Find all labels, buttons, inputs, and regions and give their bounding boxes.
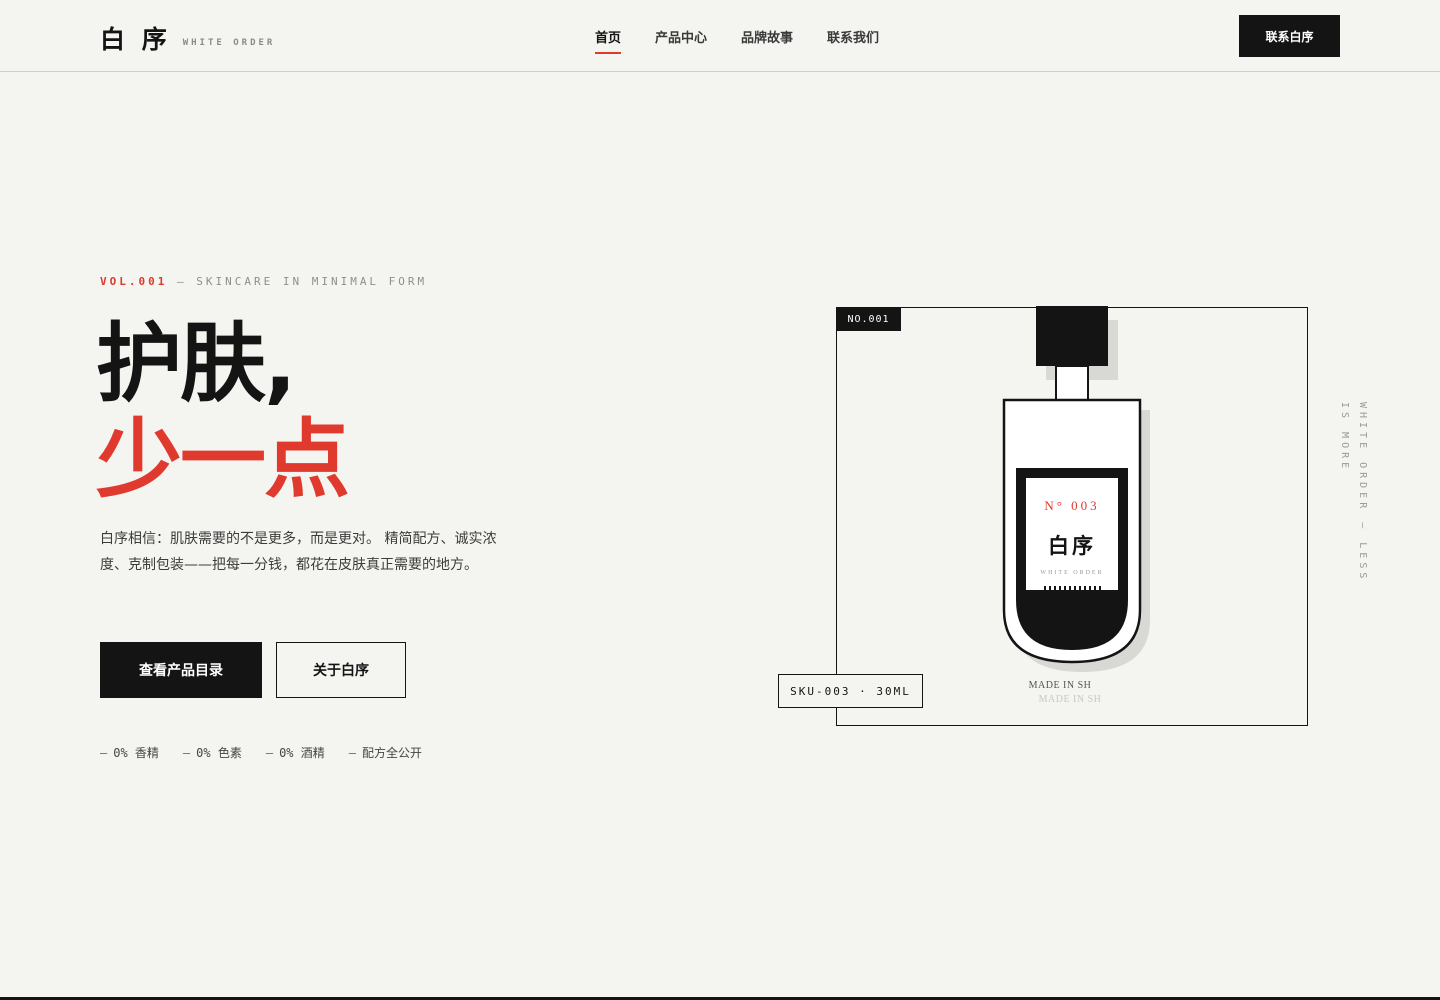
made-in-shadow-text: MADE IN SH [1038,694,1102,705]
dash-mark: – [348,746,356,760]
nav-item-contact[interactable]: 联系我们 [827,27,879,54]
logo-english: WHITE ORDER [182,38,276,48]
feature-item: –0% 酒精 [265,746,325,760]
nav-item-brand-story[interactable]: 品牌故事 [741,27,793,54]
view-catalog-button[interactable]: 查看产品目录 [100,642,262,698]
contact-button[interactable]: 联系白序 [1239,15,1340,57]
feature-item: – 配方全公开 [348,746,423,760]
hero-description: 白序相信：肌肤需要的不是更多，而是更对。 精简配方、诚实浓度、克制包装——把每一… [100,531,497,573]
feature-item: –0% 色素 [182,746,242,760]
main-nav: 首页 产品中心 品牌故事 联系我们 [595,27,879,54]
feature-list: –0% 香精 –0% 色素 –0% 酒精 – 配方全公开 [100,744,422,761]
headline-line-1: 护肤, [96,314,297,414]
vertical-tagline-b: IS MORE [1339,402,1350,473]
made-in-text: MADE IN SH [1028,680,1092,691]
dash-mark: – [182,746,191,760]
product-tag: NO.001 [836,307,901,331]
feature-item: –0% 香精 [100,746,159,760]
eyebrow-tagline: — SKINCARE IN MINIMAL FORM [176,275,428,288]
nav-item-products[interactable]: 产品中心 [655,27,707,54]
about-button[interactable]: 关于白序 [276,642,406,698]
brand-logo[interactable]: 白 序 WHITE ORDER [100,20,275,56]
bottle-illustration-icon [1002,306,1150,672]
site-header: 白 序 WHITE ORDER 首页 产品中心 品牌故事 联系我们 联系白序 [0,0,1440,72]
label-brand: 白序 [1048,534,1096,558]
dash-mark: – [265,746,274,760]
label-english: WHITE ORDER [1040,570,1104,576]
label-number: N° 003 [1044,498,1100,513]
hero-eyebrow: VOL.001 — SKINCARE IN MINIMAL FORM [100,275,427,288]
logo-chinese: 白 序 [100,25,171,54]
nav-item-home[interactable]: 首页 [595,27,622,54]
vertical-tagline-a: WHITE ORDER — LESS [1357,402,1368,583]
sku-badge: SKU-003 · 30ML [778,674,923,708]
headline-line-2: 少一点 [96,410,350,510]
dash-mark: – [100,746,108,760]
eyebrow-volume: VOL.001 [100,275,168,288]
hero-headline: 护肤, 少一点 [96,314,350,510]
